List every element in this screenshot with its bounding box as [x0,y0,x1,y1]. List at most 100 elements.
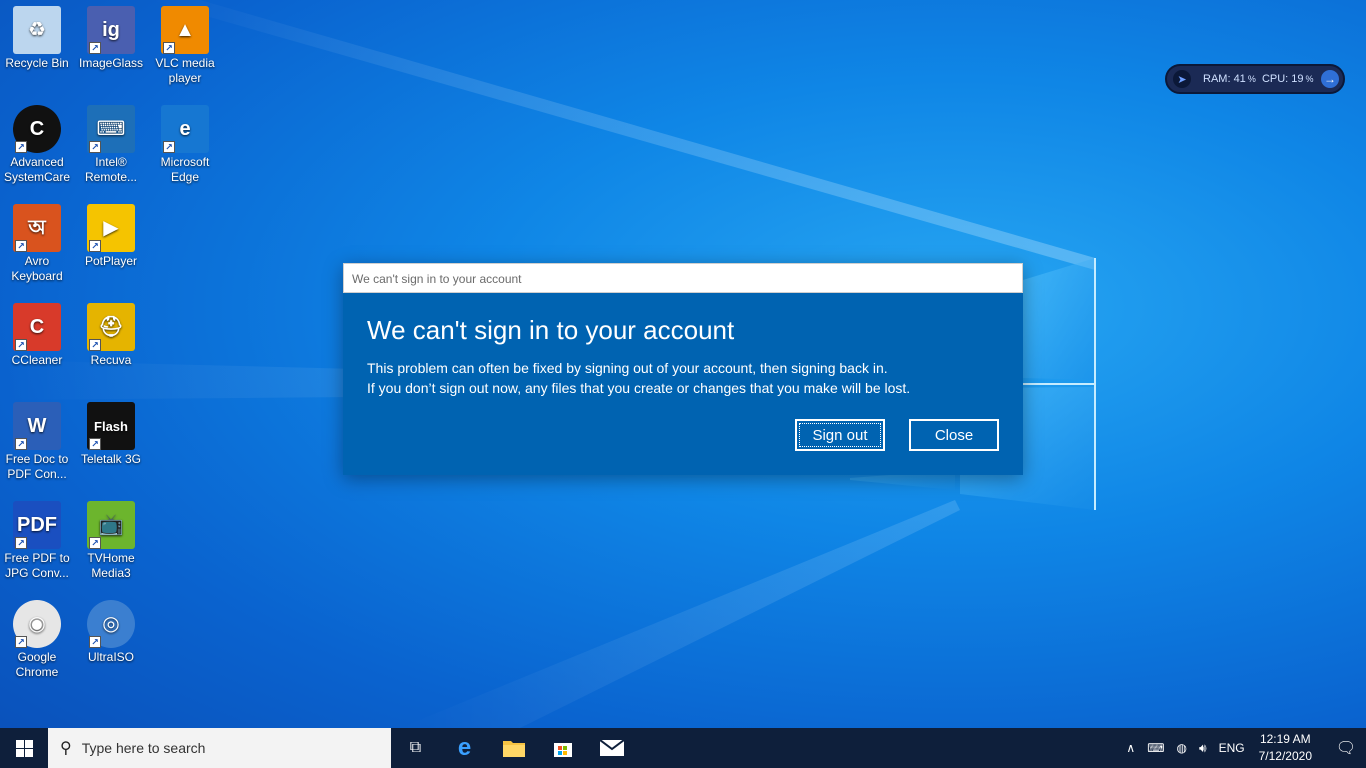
shortcut-arrow-icon: ↗ [15,240,27,252]
desktop-icon-recycle-bin[interactable]: ♻ Recycle Bin [0,6,74,71]
vlc-icon: ▲ ↗ [161,6,209,54]
doc-to-pdf-icon: W ↗ [13,402,61,450]
desktop-icon-label: PotPlayer [84,254,138,268]
taskbar-file-explorer-button[interactable] [489,728,538,768]
pdf-to-jpg-icon: PDF ↗ [13,501,61,549]
task-view-button[interactable]: ⧉ [391,728,440,768]
clock-time: 12:19 AM [1259,732,1311,746]
desktop-icon-label: Free Doc to PDF Con... [5,452,69,481]
dialog-message-line-2: If you don’t sign out now, any files tha… [367,380,911,396]
shortcut-arrow-icon: ↗ [15,339,27,351]
desktop-icon-ccleaner[interactable]: C ↗ CCleaner [0,303,74,368]
imageglass-icon: ig ↗ [87,6,135,54]
desktop-icon-label: Recuva [90,353,132,367]
desktop-icon-label: TVHome Media3 [87,551,135,580]
shortcut-arrow-icon: ↗ [89,42,101,54]
shortcut-arrow-icon: ↗ [89,636,101,648]
language-indicator[interactable]: ENG [1213,741,1251,755]
taskbar-edge-button[interactable]: e [440,728,489,768]
ram-value: 41 [1233,73,1246,85]
store-icon [553,743,572,757]
sign-out-button[interactable]: Sign out [795,419,885,451]
desktop-icon-label: Recycle Bin [5,56,69,70]
intel-remote-icon: ⌨ ↗ [87,105,135,153]
desktop-icon-potplayer[interactable]: ▶ ↗ PotPlayer [74,204,148,269]
shortcut-arrow-icon: ↗ [15,537,27,549]
desktop-icon-doc-to-pdf[interactable]: W ↗ Free Doc to PDF Con... [0,402,74,482]
advanced-systemcare-icon: C ↗ [13,105,61,153]
task-view-icon: ⧉ [409,739,422,756]
desktop-icon-label: Avro Keyboard [11,254,63,283]
desktop-icon-label: Intel® Remote... [84,155,138,184]
desktop-icon-intel-remote[interactable]: ⌨ ↗ Intel® Remote... [74,105,148,185]
desktop-icon-tvhome[interactable]: 📺 ↗ TVHome Media3 [74,501,148,581]
start-button[interactable] [0,728,48,768]
desktop-icon-label: ImageGlass [78,56,144,70]
desktop-icon-label: Teletalk 3G [80,452,142,466]
desktop-icon-label: UltraISO [87,650,134,664]
ram-label: RAM: [1203,73,1231,85]
chevron-up-icon[interactable]: ∧ [1120,741,1141,755]
desktop-icon-edge[interactable]: e ↗ Microsoft Edge [148,105,222,185]
input-indicator-icon[interactable]: ⌨ [1141,741,1170,755]
desktop-icon-label: Advanced SystemCare [3,155,71,184]
desktop-icon-advanced-systemcare[interactable]: C ↗ Advanced SystemCare [0,105,74,185]
arrow-right-icon[interactable]: → [1321,70,1339,88]
desktop-icon-label: Free PDF to JPG Conv... [4,551,70,580]
shortcut-arrow-icon: ↗ [89,339,101,351]
chrome-icon: ◉ ↗ [13,600,61,648]
shortcut-arrow-icon: ↗ [15,636,27,648]
desktop-icon-recuva[interactable]: ⛑ ↗ Recuva [74,303,148,368]
desktop-icon-chrome[interactable]: ◉ ↗ Google Chrome [0,600,74,680]
clock-date: 7/12/2020 [1258,749,1312,763]
ram-cpu-widget[interactable]: ➤ RAM: 41 % CPU: 19 % → [1165,64,1345,94]
cpu-value: 19 [1291,73,1304,85]
shortcut-arrow-icon: ↗ [15,141,27,153]
search-placeholder: Type here to search [81,740,206,756]
network-globe-icon[interactable]: ◍ [1171,741,1193,755]
dialog-message: This problem can often be fixed by signi… [367,358,910,398]
desktop-icon-vlc[interactable]: ▲ ↗ VLC media player [148,6,222,86]
desktop-icon-label: Google Chrome [15,650,59,679]
edge-icon: e ↗ [161,105,209,153]
shortcut-arrow-icon: ↗ [89,141,101,153]
ram-unit: % [1247,74,1256,84]
dialog-heading: We can't sign in to your account [367,315,735,345]
desktop-icon-label: VLC media player [155,56,215,85]
taskbar-clock[interactable]: 12:19 AM 7/12/2020 [1251,731,1326,765]
close-button[interactable]: Close [909,419,999,451]
windows-logo-icon [15,739,33,757]
potplayer-icon: ▶ ↗ [87,204,135,252]
taskbar-mail-button[interactable] [587,728,636,768]
shortcut-arrow-icon: ↗ [163,42,175,54]
dialog-title-bar[interactable]: We can't sign in to your account [343,263,1023,293]
shortcut-arrow-icon: ↗ [89,240,101,252]
taskbar-store-button[interactable] [538,728,587,768]
folder-icon [502,741,525,757]
ultraiso-icon: ◎ ↗ [87,600,135,648]
desktop-icon-ultraiso[interactable]: ◎ ↗ UltraISO [74,600,148,665]
shortcut-arrow-icon: ↗ [89,537,101,549]
desktop-icon-imageglass[interactable]: ig ↗ ImageGlass [74,6,148,71]
recycle-bin-icon: ♻ [13,6,61,54]
action-center-button[interactable]: 🗨︎ [1326,738,1366,758]
notification-icon: 🗨︎ [1335,740,1357,757]
recuva-icon: ⛑ ↗ [87,303,135,351]
desktop-icon-teletalk[interactable]: Flash ↗ Teletalk 3G [74,402,148,467]
edge-icon: e [457,734,472,761]
cpu-unit: % [1305,74,1314,84]
mail-icon [599,740,624,756]
search-icon: ⚲ [60,740,72,757]
volume-icon[interactable]: 🔊︎ [1193,741,1213,756]
desktop-icon-avro-keyboard[interactable]: অ ↗ Avro Keyboard [0,204,74,284]
desktop-icon-label: CCleaner [11,353,63,367]
dialog-message-line-1: This problem can often be fixed by signi… [367,360,888,376]
shortcut-arrow-icon: ↗ [89,438,101,450]
tvhome-icon: 📺 ↗ [87,501,135,549]
ccleaner-icon: C ↗ [13,303,61,351]
taskbar-search-box[interactable]: ⚲ Type here to search [48,728,391,768]
rocket-icon: ➤ [1173,70,1191,88]
desktop-icon-label: Microsoft Edge [160,155,210,184]
desktop-icon-pdf-to-jpg[interactable]: PDF ↗ Free PDF to JPG Conv... [0,501,74,581]
system-tray: ∧ ⌨ ◍ 🔊︎ ENG 12:19 AM 7/12/2020 🗨︎ [1120,728,1366,768]
